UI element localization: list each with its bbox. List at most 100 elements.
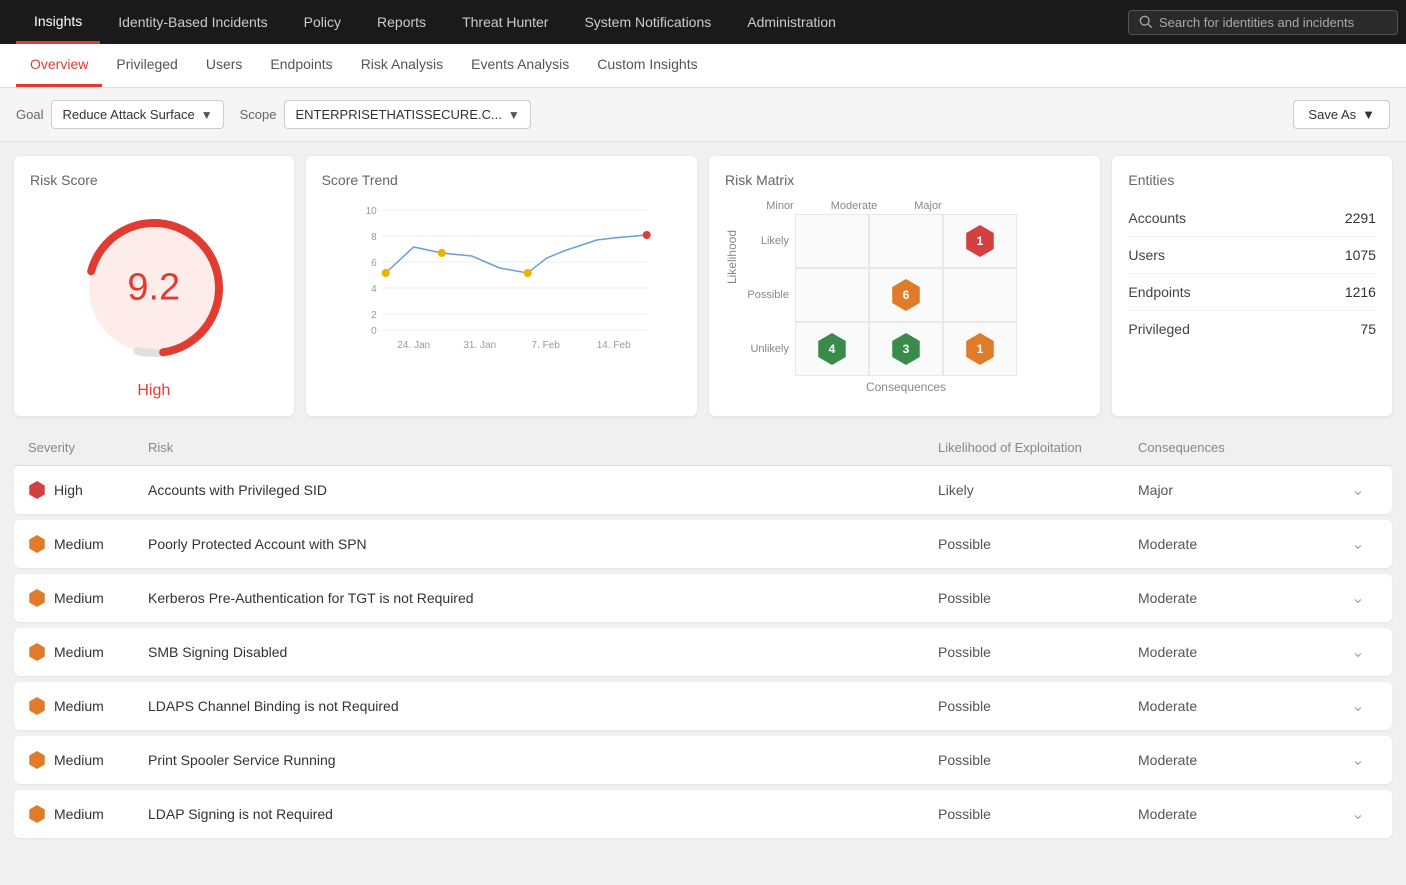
severity-icon-high [28,481,46,499]
entities-card: Entities Accounts 2291 Users 1075 Endpoi… [1112,156,1392,416]
likelihood-5: Possible [938,752,1138,768]
entity-users: Users 1075 [1128,237,1376,274]
severity-cell-medium-6: Medium [28,805,148,823]
hex-3-green: 3 [890,333,922,365]
tab-risk-analysis[interactable]: Risk Analysis [347,44,457,87]
severity-icon-medium [28,697,46,715]
goal-select[interactable]: Reduce Attack Surface ▼ [51,100,223,129]
risk-score-title: Risk Score [30,172,98,188]
consequences-2: Moderate [1138,590,1338,606]
table-row[interactable]: Medium Kerberos Pre-Authentication for T… [14,574,1392,622]
expand-icon-4[interactable]: ⌄ [1338,696,1378,716]
tab-privileged[interactable]: Privileged [102,44,191,87]
severity-icon-medium [28,805,46,823]
risk-table-header: Severity Risk Likelihood of Exploitation… [14,430,1392,466]
scope-chevron-icon: ▼ [508,108,520,122]
severity-cell-medium-2: Medium [28,589,148,607]
expand-icon-3[interactable]: ⌄ [1338,642,1378,662]
entities-list: Accounts 2291 Users 1075 Endpoints 1216 … [1128,200,1376,347]
search-icon [1139,15,1153,29]
table-row[interactable]: High Accounts with Privileged SID Likely… [14,466,1392,514]
severity-cell-high: High [28,481,148,499]
scope-select[interactable]: ENTERPRISETHATISSECURE.C... ▼ [284,100,530,129]
expand-icon-1[interactable]: ⌄ [1338,534,1378,554]
hex-6-orange: 6 [890,279,922,311]
risk-name-2: Kerberos Pre-Authentication for TGT is n… [148,590,938,606]
entity-accounts-label: Accounts [1128,210,1186,226]
likelihood-4: Possible [938,698,1138,714]
svg-text:2: 2 [371,310,377,321]
consequences-6: Moderate [1138,806,1338,822]
table-row[interactable]: Medium Print Spooler Service Running Pos… [14,736,1392,784]
risk-name-4: LDAPS Channel Binding is not Required [148,698,938,714]
entity-endpoints-count: 1216 [1345,284,1376,300]
severity-icon-medium [28,643,46,661]
cell-unlikely-major: 1 [943,322,1017,376]
consequences-5: Moderate [1138,752,1338,768]
expand-icon-5[interactable]: ⌄ [1338,750,1378,770]
expand-icon-0[interactable]: ⌄ [1338,480,1378,500]
severity-cell-medium-3: Medium [28,643,148,661]
table-row[interactable]: Medium LDAPS Channel Binding is not Requ… [14,682,1392,730]
severity-cell-medium-4: Medium [28,697,148,715]
expand-icon-6[interactable]: ⌄ [1338,804,1378,824]
score-trend-card: Score Trend 10 8 6 4 2 0 24. Jan 31. Jan… [306,156,697,416]
nav-reports[interactable]: Reports [359,0,444,44]
goal-chevron-icon: ▼ [201,108,213,122]
col-header-major: Major [891,200,965,212]
tab-custom-insights[interactable]: Custom Insights [583,44,711,87]
save-as-button[interactable]: Save As ▼ [1293,100,1390,129]
score-trend-title: Score Trend [322,172,681,188]
table-row[interactable]: Medium SMB Signing Disabled Possible Mod… [14,628,1392,676]
svg-text:0: 0 [371,326,377,337]
cell-likely-moderate [869,214,943,268]
tab-users[interactable]: Users [192,44,257,87]
tab-events-analysis[interactable]: Events Analysis [457,44,583,87]
header-consequences: Consequences [1138,440,1338,455]
nav-insights[interactable]: Insights [16,0,100,44]
nav-policy[interactable]: Policy [286,0,359,44]
x-axis-label: Consequences [743,380,1017,394]
svg-text:24. Jan: 24. Jan [397,340,430,351]
risk-name-3: SMB Signing Disabled [148,644,938,660]
svg-text:8: 8 [371,232,377,243]
hex-1-red: 1 [964,225,996,257]
cell-likely-major: 1 [943,214,1017,268]
risk-name-1: Poorly Protected Account with SPN [148,536,938,552]
risk-matrix-title: Risk Matrix [725,172,1084,188]
nav-system-notifications[interactable]: System Notifications [566,0,729,44]
trend-chart: 10 8 6 4 2 0 24. Jan 31. Jan 7. Feb 14. … [322,200,681,350]
entity-users-count: 1075 [1345,247,1376,263]
tab-overview[interactable]: Overview [16,44,102,87]
cell-likely-minor [795,214,869,268]
svg-text:10: 10 [365,206,377,217]
header-severity: Severity [28,440,148,455]
search-box[interactable]: Search for identities and incidents [1128,10,1398,35]
expand-icon-2[interactable]: ⌄ [1338,588,1378,608]
y-axis-label: Likelihood [725,230,739,284]
nav-identity-incidents[interactable]: Identity-Based Incidents [100,0,285,44]
risk-score-card: Risk Score 9.2 High [14,156,294,416]
cell-unlikely-moderate: 3 [869,322,943,376]
table-row[interactable]: Medium LDAP Signing is not Required Poss… [14,790,1392,838]
nav-threat-hunter[interactable]: Threat Hunter [444,0,566,44]
svg-text:31. Jan: 31. Jan [463,340,496,351]
top-nav: Insights Identity-Based Incidents Policy… [0,0,1406,44]
entity-accounts-count: 2291 [1345,210,1376,226]
gauge-number: 9.2 [127,267,180,310]
severity-label-medium-2: Medium [54,590,104,606]
likelihood-1: Possible [938,536,1138,552]
tab-endpoints[interactable]: Endpoints [256,44,346,87]
risk-name-5: Print Spooler Service Running [148,752,938,768]
table-row[interactable]: Medium Poorly Protected Account with SPN… [14,520,1392,568]
severity-cell-medium-1: Medium [28,535,148,553]
svg-text:7. Feb: 7. Feb [531,340,560,351]
severity-label-medium-6: Medium [54,806,104,822]
scope-value: ENTERPRISETHATISSECURE.C... [295,107,501,122]
nav-administration[interactable]: Administration [729,0,854,44]
search-placeholder: Search for identities and incidents [1159,15,1354,30]
severity-label-medium: Medium [54,536,104,552]
likelihood-2: Possible [938,590,1138,606]
entity-privileged: Privileged 75 [1128,311,1376,347]
consequences-4: Moderate [1138,698,1338,714]
